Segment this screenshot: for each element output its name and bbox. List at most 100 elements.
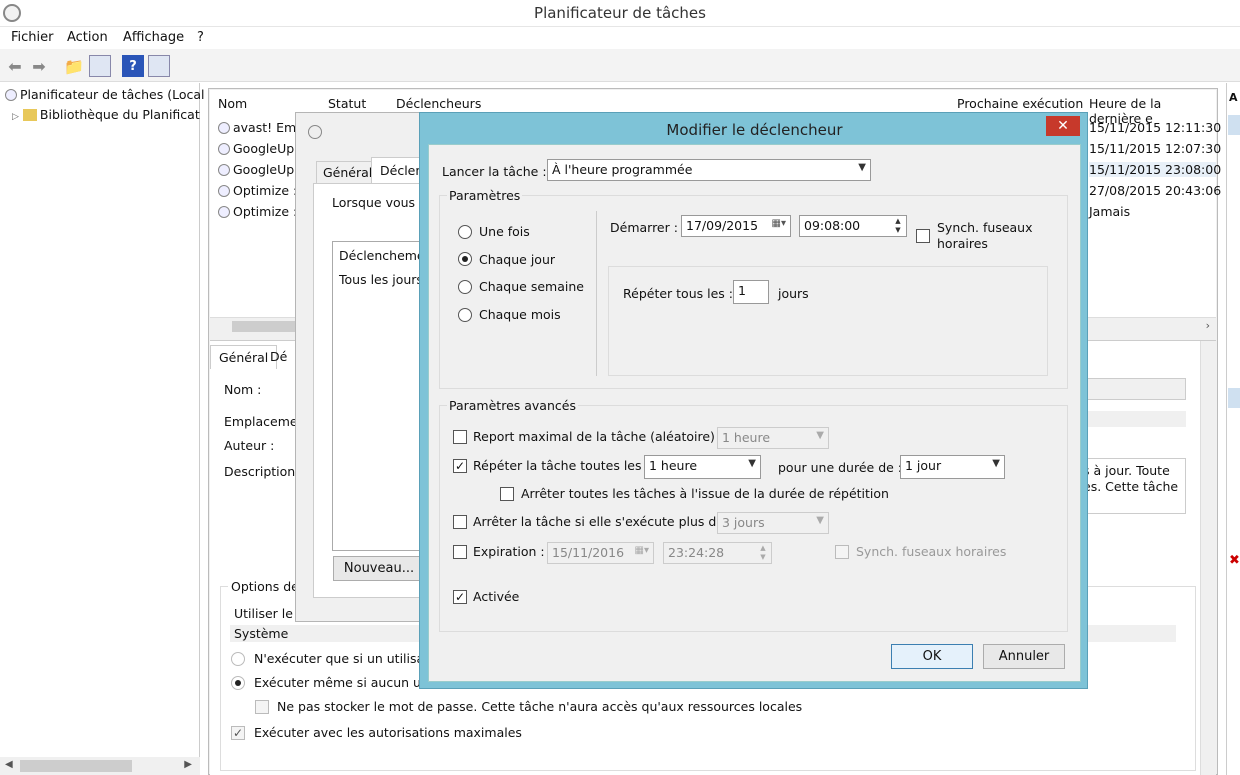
triggers-list: Déclencheme Tous les jours (332, 241, 432, 551)
tree-root[interactable]: Planificateur de tâches (Local (5, 87, 205, 102)
stop-all-checkbox[interactable] (500, 487, 514, 501)
expiration-label: Expiration : (473, 544, 545, 559)
enabled-label: Activée (473, 589, 520, 604)
delay-select[interactable]: 1 heure ▼ (717, 427, 829, 449)
last-run-cell: 27/08/2015 20:43:06 (1089, 183, 1222, 198)
menu-affichage[interactable]: Affichage (123, 30, 184, 45)
weekly-radio[interactable] (458, 280, 472, 294)
stop-if-select[interactable]: 3 jours ▼ (717, 512, 829, 534)
menu-action[interactable]: Action (67, 30, 108, 45)
table-row[interactable]: Optimize : (218, 183, 297, 198)
col-name[interactable]: Nom (218, 96, 247, 111)
run-always-label: Exécuter même si aucun utili (254, 675, 437, 690)
launch-label: Lancer la tâche : (442, 164, 547, 179)
start-date-field[interactable]: 17/09/2015 ▦▾ (681, 215, 791, 237)
col-trigger[interactable]: Déclencheme (339, 248, 425, 263)
stop-if-label: Arrêter la tâche si elle s'exécute plus … (473, 514, 733, 529)
expiration-date-field[interactable]: 15/11/2016 ▦▾ (547, 542, 654, 564)
calendar-icon[interactable]: ▦▾ (772, 218, 786, 229)
delay-checkbox[interactable] (453, 430, 467, 444)
start-time-field[interactable]: 09:08:00 ▲ ▼ (799, 215, 907, 237)
table-row[interactable]: GoogleUp (218, 162, 294, 177)
expiration-checkbox[interactable] (453, 545, 467, 559)
expand-arrow-icon[interactable]: ▷ (12, 112, 19, 122)
monthly-radio[interactable] (458, 308, 472, 322)
description-field[interactable]: s à jour. Toute es. Cette tâche (1080, 458, 1186, 514)
repeat-task-select[interactable]: 1 heure ▼ (644, 455, 761, 479)
calendar-icon[interactable]: ▦▾ (635, 545, 649, 556)
run-logged-on-radio[interactable] (231, 652, 245, 666)
spin-icon[interactable]: ▲ ▼ (756, 544, 770, 562)
daily-radio[interactable] (458, 252, 472, 266)
once-label: Une fois (479, 224, 530, 239)
table-row[interactable]: Optimize : (218, 204, 297, 219)
col-triggers[interactable]: Déclencheurs (396, 96, 481, 111)
location-field (1080, 411, 1186, 427)
separator (596, 211, 597, 376)
daily-label: Chaque jour (479, 252, 556, 267)
chevron-down-icon: ▼ (992, 458, 1000, 469)
repeat-task-checkbox[interactable]: ✓ (453, 459, 467, 473)
settings-label: Paramètres (447, 188, 523, 203)
folder-icon (22, 109, 37, 121)
tree-library[interactable]: ▷ Bibliothèque du Planificat (12, 107, 200, 122)
actions-pane: A ✖ (1226, 83, 1240, 775)
duration-select[interactable]: 1 jour ▼ (900, 455, 1005, 479)
highest-privileges-label: Exécuter avec les autorisations maximale… (254, 725, 522, 740)
enabled-checkbox[interactable]: ✓ (453, 590, 467, 604)
ok-button[interactable]: OK (891, 644, 973, 669)
highest-privileges-checkbox[interactable]: ✓ (231, 726, 245, 740)
last-run-cell: Jamais (1089, 204, 1131, 219)
duration-label: pour une durée de : (778, 460, 903, 475)
delete-icon[interactable]: ✖ (1229, 553, 1240, 568)
name-field[interactable] (1080, 378, 1186, 400)
weekly-label: Chaque semaine (479, 279, 584, 294)
forward-arrow-icon[interactable]: ➡ (28, 55, 50, 77)
triggers-tab-panel: Lorsque vous c Déclencheme Tous les jour… (313, 183, 432, 598)
close-icon[interactable]: ✕ (1046, 116, 1080, 136)
menu-help[interactable]: ? (197, 30, 204, 45)
show-tree-icon[interactable] (89, 55, 111, 77)
launch-select[interactable]: À l'heure programmée ▼ (547, 159, 871, 181)
stop-if-checkbox[interactable] (453, 515, 467, 529)
user-label: Utiliser le c (234, 606, 304, 621)
run-logged-on-label: N'exécuter que si un utilisate (254, 651, 437, 666)
expiration-sync-checkbox[interactable] (835, 545, 849, 559)
actions-section[interactable] (1228, 115, 1240, 135)
once-radio[interactable] (458, 225, 472, 239)
table-row[interactable]: GoogleUp (218, 141, 294, 156)
expiration-time-field[interactable]: 23:24:28 ▲ ▼ (663, 542, 772, 564)
run-always-radio[interactable] (231, 676, 245, 690)
spin-icon[interactable]: ▲ ▼ (891, 217, 905, 235)
title-bar: Planificateur de tâches (0, 0, 1240, 27)
details-vscroll[interactable] (1200, 341, 1216, 775)
new-trigger-button[interactable]: Nouveau... (333, 556, 425, 581)
no-store-password-checkbox[interactable] (255, 700, 269, 714)
table-row[interactable]: avast! Eme (218, 120, 304, 135)
repeat-every-unit: jours (778, 286, 809, 301)
sync-timezone-checkbox[interactable] (916, 229, 930, 243)
description-label: Description (224, 464, 296, 479)
cancel-button[interactable]: Annuler (983, 644, 1065, 669)
folder-up-icon[interactable]: 📁 (63, 55, 85, 77)
help-icon[interactable]: ? (122, 55, 144, 77)
col-next-run[interactable]: Prochaine exécution (957, 96, 1083, 111)
chevron-down-icon: ▼ (816, 515, 824, 526)
trigger-row[interactable]: Tous les jours (339, 272, 423, 287)
navigation-tree: Planificateur de tâches (Local ▷ Bibliot… (0, 83, 205, 775)
menu-fichier[interactable]: Fichier (11, 30, 54, 45)
col-status[interactable]: Statut (328, 96, 366, 111)
name-label: Nom : (224, 382, 262, 397)
toolbar: ⬅ ➡ 📁 ? (0, 49, 1240, 82)
tab-other[interactable]: Dé (270, 349, 294, 364)
tab-general[interactable]: Général (210, 345, 278, 369)
show-action-pane-icon[interactable] (148, 55, 170, 77)
back-arrow-icon[interactable]: ⬅ (4, 55, 26, 77)
tab-general[interactable]: Général (316, 161, 380, 184)
repeat-every-input[interactable]: 1 (733, 280, 769, 304)
tree-hscroll[interactable]: ◀ ▶ (0, 757, 200, 775)
task-properties-dialog: Général Déclen Lorsque vous c Déclenchem… (295, 112, 432, 622)
dialog-body: Lancer la tâche : À l'heure programmée ▼ … (428, 144, 1081, 682)
advanced-label: Paramètres avancés (447, 398, 578, 413)
actions-section[interactable] (1228, 388, 1240, 408)
